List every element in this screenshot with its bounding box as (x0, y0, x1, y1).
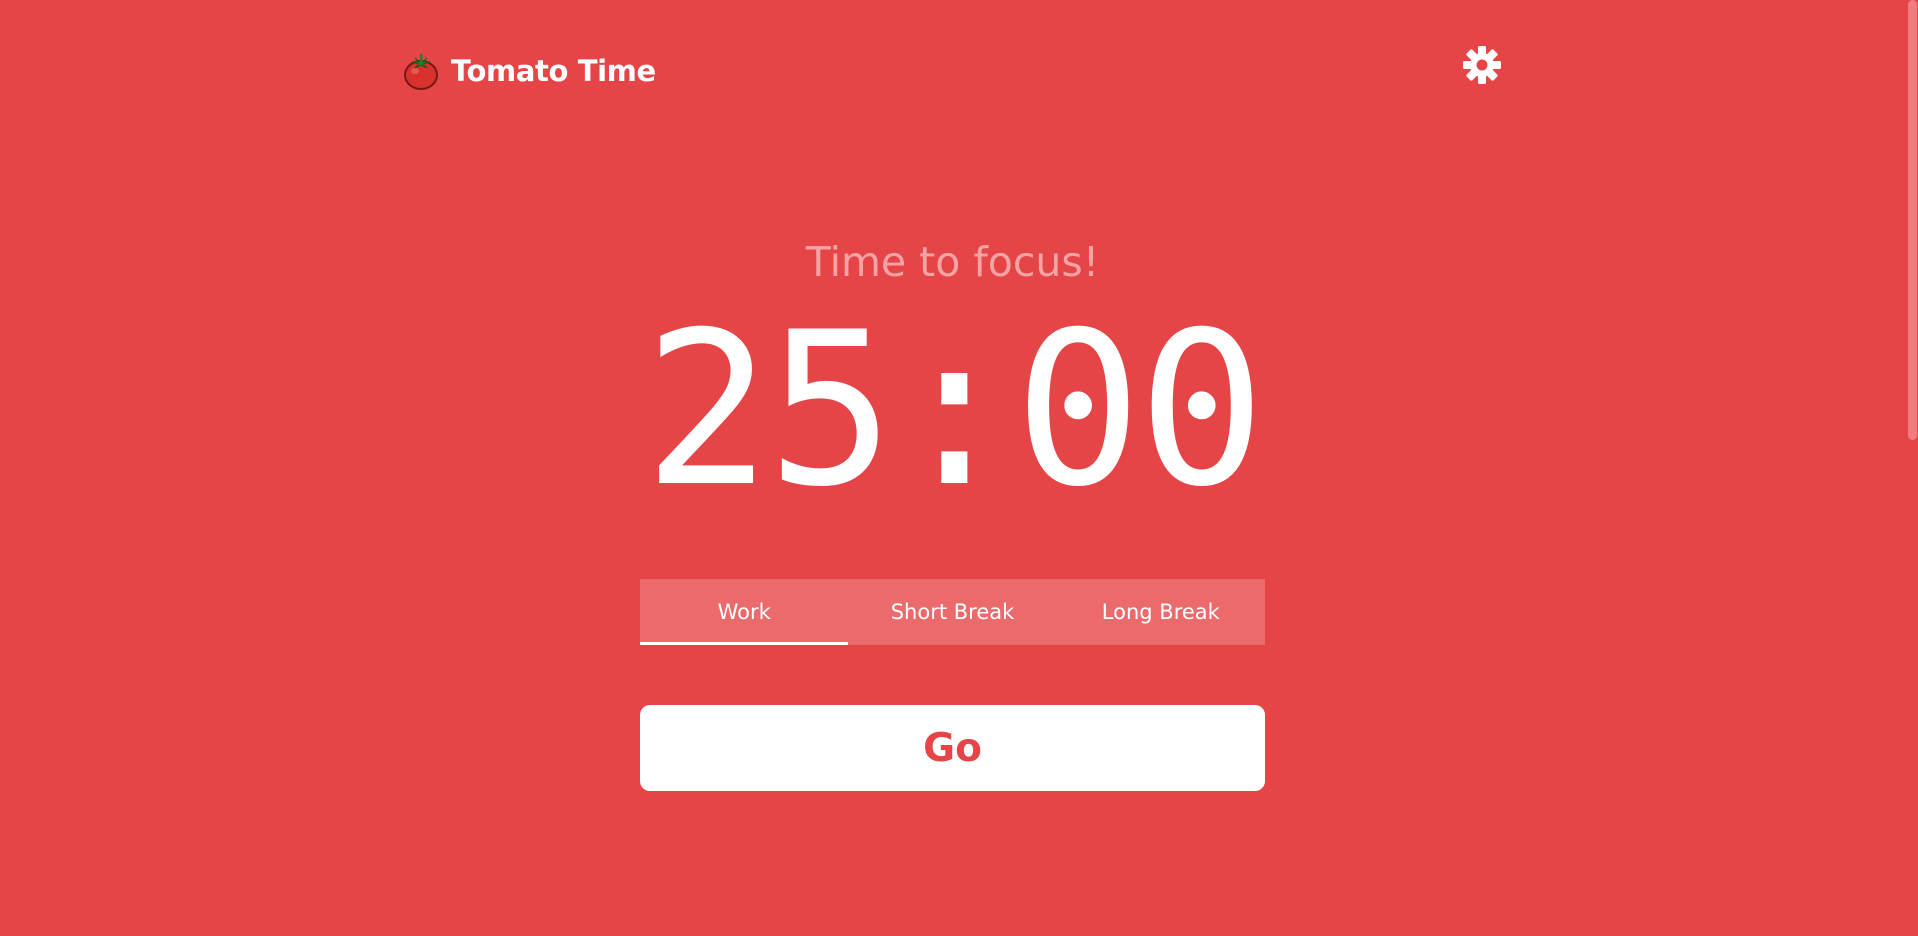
scrollbar[interactable] (1907, 0, 1918, 936)
scrollbar-thumb[interactable] (1908, 0, 1917, 440)
tab-long-break[interactable]: Long Break (1057, 579, 1265, 645)
tomato-icon (403, 51, 439, 91)
app-name: Tomato Time (451, 54, 656, 88)
tab-work[interactable]: Work (640, 579, 849, 645)
tab-short-break[interactable]: Short Break (848, 579, 1056, 645)
tab-label: Short Break (890, 600, 1015, 624)
mode-tabs: Work Short Break Long Break (640, 579, 1265, 645)
tab-label: Long Break (1101, 600, 1220, 624)
timer-display: 25:00 (643, 286, 1265, 533)
timer-status: Time to focus! (805, 238, 1100, 286)
tab-label: Work (717, 600, 771, 624)
settings-button[interactable] (1460, 45, 1504, 89)
go-button[interactable]: Go (640, 705, 1265, 791)
pomodoro-app: Tomato Time Time to focus! 25:00 Work Sh… (0, 0, 1918, 936)
go-button-label: Go (923, 725, 982, 771)
gear-icon (1462, 45, 1502, 89)
brand: Tomato Time (403, 50, 656, 92)
